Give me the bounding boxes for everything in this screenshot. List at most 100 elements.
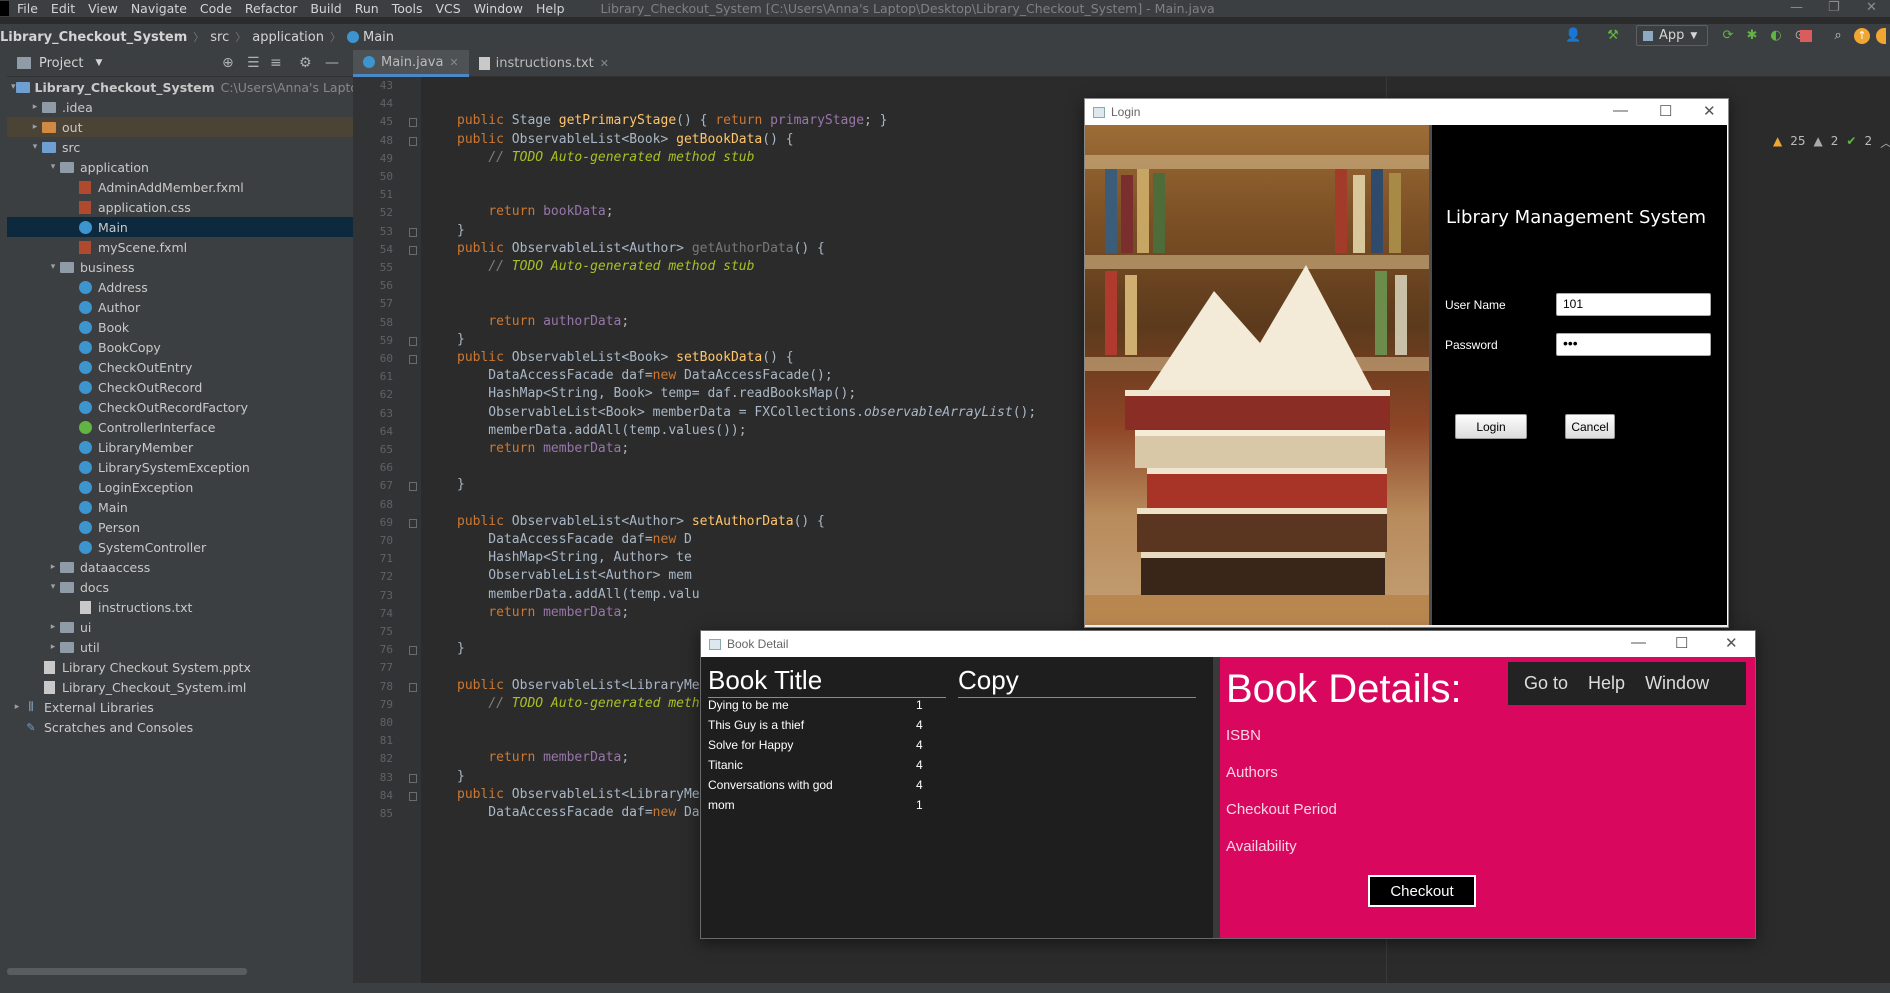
fold-marker-icon[interactable] <box>409 682 417 692</box>
tree-item[interactable]: myScene.fxml <box>7 237 353 257</box>
code-line[interactable]: } <box>457 641 465 656</box>
tree-item[interactable]: ▾ Library_Checkout_System C:\Users\Anna's … <box>7 77 401 97</box>
code-line[interactable]: HashMap<String, Book> temp= daf.readBook… <box>457 386 856 401</box>
project-view-label[interactable]: Project <box>39 56 83 71</box>
book-copy-cell[interactable]: 1 <box>916 698 923 712</box>
code-line[interactable]: DataAccessFacade daf=new D <box>457 532 692 547</box>
book-title-cell[interactable]: This Guy is a thief <box>708 718 804 732</box>
horizontal-scrollbar[interactable] <box>7 968 247 975</box>
tree-item[interactable]: CheckOutRecord <box>7 377 353 397</box>
close-tab-icon[interactable]: ✕ <box>600 57 609 70</box>
breadcrumb-application[interactable]: application <box>252 30 324 45</box>
chevron-right-icon[interactable]: ▸ <box>47 642 59 652</box>
chevron-right-icon[interactable]: ▸ <box>47 622 59 632</box>
menu-window[interactable]: Window <box>474 1 523 16</box>
tree-item[interactable]: AdminAddMember.fxml <box>7 177 353 197</box>
book-copy-cell[interactable]: 4 <box>916 738 923 752</box>
ide-settings-icon[interactable] <box>1876 28 1886 44</box>
tree-item[interactable]: Main <box>7 217 353 237</box>
chevron-down-icon[interactable]: ▾ <box>29 142 41 152</box>
column-header-copy[interactable]: Copy <box>958 665 1019 696</box>
code-line[interactable]: public ObservableList<Book> setBookData(… <box>457 350 794 365</box>
menu-window[interactable]: Window <box>1645 673 1709 694</box>
code-line[interactable]: public ObservableList<LibraryMe <box>457 678 700 693</box>
code-line[interactable]: return memberData; <box>457 605 629 620</box>
code-line[interactable]: } <box>457 769 465 784</box>
build-hammer-icon[interactable]: ⚒ <box>1605 28 1621 44</box>
debug-icon[interactable]: ✱ <box>1744 28 1760 44</box>
menu-build[interactable]: Build <box>310 1 341 16</box>
fold-marker-icon[interactable] <box>409 136 417 146</box>
code-line[interactable]: memberData.addAll(temp.valu <box>457 587 699 602</box>
tree-item[interactable]: ▸ ⫼ External Libraries <box>7 697 353 717</box>
stop-icon[interactable] <box>1800 30 1812 42</box>
run-configuration-select[interactable]: App ▼ <box>1636 25 1708 46</box>
maximize-icon[interactable]: ☐ <box>1675 634 1688 652</box>
username-field[interactable]: 101 <box>1556 293 1711 316</box>
book-title-cell[interactable]: Conversations with god <box>708 778 833 792</box>
code-line[interactable]: } <box>457 332 465 347</box>
tree-item[interactable]: ▸ util <box>7 637 353 657</box>
code-line[interactable]: public Stage getPrimaryStage() { return … <box>457 113 888 128</box>
code-line[interactable]: } <box>457 223 465 238</box>
tree-item[interactable]: LibraryMember <box>7 437 353 457</box>
minimize-icon[interactable]: — <box>1790 0 1803 15</box>
chevron-right-icon[interactable]: ▸ <box>29 122 41 132</box>
cancel-button[interactable]: Cancel <box>1565 414 1615 439</box>
tree-item[interactable]: SystemController <box>7 537 353 557</box>
gear-icon[interactable]: ⚙ <box>299 55 312 71</box>
tree-item[interactable]: ▸ .idea <box>7 97 353 117</box>
tree-item[interactable]: ▾ application <box>7 157 353 177</box>
fold-marker-icon[interactable] <box>409 518 417 528</box>
hide-panel-icon[interactable]: — <box>325 55 339 71</box>
menu-view[interactable]: View <box>88 1 118 16</box>
rerun-icon[interactable]: ⟳ <box>1720 28 1736 44</box>
tab-main-java[interactable]: Main.java ✕ <box>353 50 469 77</box>
tree-item[interactable]: Address <box>7 277 353 297</box>
menu-navigate[interactable]: Navigate <box>131 1 187 16</box>
fold-marker-icon[interactable] <box>409 646 417 656</box>
book-title-cell[interactable]: Solve for Happy <box>708 738 793 752</box>
update-icon[interactable]: ↑ <box>1854 28 1870 44</box>
book-copy-cell[interactable]: 1 <box>916 798 923 812</box>
fold-marker-icon[interactable] <box>409 227 417 237</box>
fold-marker-icon[interactable] <box>409 336 417 346</box>
login-button[interactable]: Login <box>1455 414 1527 439</box>
code-line[interactable]: HashMap<String, Author> te <box>457 550 692 565</box>
fold-marker-icon[interactable] <box>409 355 417 364</box>
tree-item[interactable]: LoginException <box>7 477 353 497</box>
code-line[interactable]: return memberData; <box>457 750 629 765</box>
tree-item[interactable]: ▸ out <box>7 117 353 137</box>
locate-icon[interactable]: ⊕ <box>222 55 234 71</box>
fold-marker-icon[interactable] <box>409 118 417 128</box>
fold-marker-icon[interactable] <box>409 482 417 492</box>
tree-item[interactable]: ▾ src <box>7 137 353 157</box>
code-line[interactable]: return bookData; <box>457 204 613 219</box>
menu-run[interactable]: Run <box>355 1 379 16</box>
book-copy-cell[interactable]: 4 <box>916 718 923 732</box>
password-field[interactable]: ••• <box>1556 333 1711 356</box>
search-icon[interactable]: ⌕ <box>1830 28 1846 44</box>
coverage-icon[interactable]: ◐ <box>1768 28 1784 44</box>
code-line[interactable]: public ObservableList<Author> getAuthorD… <box>457 241 825 256</box>
menu-edit[interactable]: Edit <box>51 1 75 16</box>
tree-item[interactable]: ▾ business <box>7 257 353 277</box>
menu-refactor[interactable]: Refactor <box>245 1 297 16</box>
tab-instructions-txt[interactable]: instructions.txt ✕ <box>469 50 619 77</box>
tree-item[interactable]: CheckOutEntry <box>7 357 353 377</box>
code-line[interactable]: ObservableList<Author> mem <box>457 568 692 583</box>
code-line[interactable]: return memberData; <box>457 441 629 456</box>
code-line[interactable]: memberData.addAll(temp.values()); <box>457 423 746 438</box>
fold-marker-icon[interactable] <box>409 773 417 783</box>
chevron-right-icon[interactable]: ▸ <box>29 102 41 112</box>
code-line[interactable]: } <box>457 477 465 492</box>
breadcrumb-project[interactable]: Library_Checkout_System <box>0 30 187 45</box>
fold-marker-icon[interactable] <box>409 791 417 801</box>
tree-item[interactable]: Person <box>7 517 353 537</box>
tree-item[interactable]: Main <box>7 497 353 517</box>
menu-help[interactable]: Help <box>1588 673 1625 694</box>
minimize-icon[interactable]: — <box>1631 634 1646 651</box>
code-line[interactable]: public ObservableList<Author> setAuthorD… <box>457 514 825 529</box>
tree-item[interactable]: Book <box>7 317 353 337</box>
menu-tools[interactable]: Tools <box>392 1 423 16</box>
